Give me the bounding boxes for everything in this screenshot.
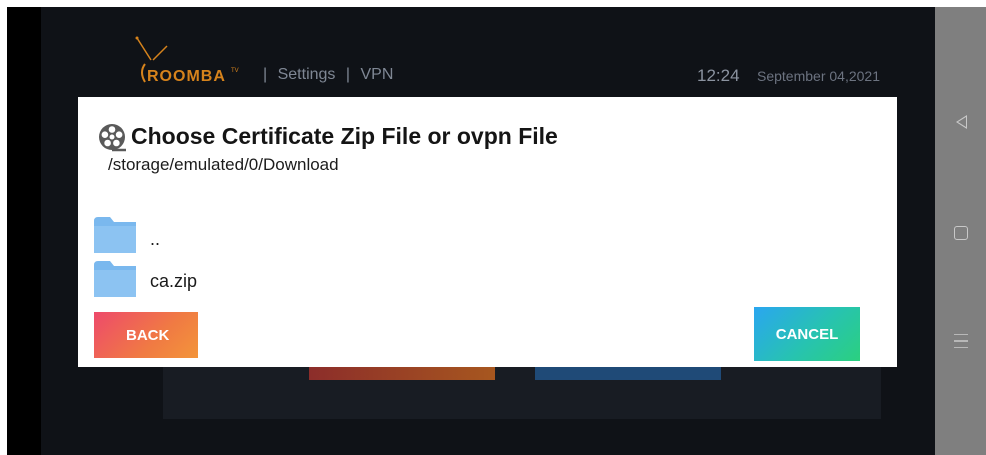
cancel-button[interactable]: CANCEL [754, 307, 860, 361]
logo-text: ROOMBA [147, 68, 226, 85]
breadcrumb-separator: | [345, 66, 351, 83]
file-chooser-dialog: Choose Certificate Zip File or ovpn File… [78, 97, 897, 367]
breadcrumb-separator: | [263, 66, 268, 83]
file-item-label: .. [150, 229, 161, 249]
recent-apps-icon[interactable] [954, 334, 968, 348]
file-item-parent[interactable]: .. [94, 217, 394, 255]
file-item-ca-zip[interactable]: ca.zip [94, 261, 394, 299]
background-blue-button [535, 367, 721, 380]
back-triangle-icon[interactable] [956, 115, 967, 129]
device-screen: ROOMBA TV | Settings | VPN 12:24 Septemb… [7, 7, 935, 455]
current-path: /storage/emulated/0/Download [108, 155, 339, 174]
file-item-label: ca.zip [150, 271, 198, 291]
film-reel-icon [99, 124, 126, 152]
system-nav-bar [935, 7, 986, 455]
breadcrumb: | Settings | VPN [263, 66, 399, 84]
clock-date: September 04,2021 [757, 68, 880, 84]
background-red-button [309, 367, 495, 380]
home-square-icon[interactable] [954, 226, 968, 240]
dialog-title: Choose Certificate Zip File or ovpn File [131, 123, 558, 149]
breadcrumb-settings: Settings [277, 66, 336, 83]
roomba-logo: ROOMBA TV [131, 32, 251, 92]
folder-icon [94, 217, 136, 253]
back-button[interactable]: BACK [94, 312, 198, 358]
app-header: ROOMBA TV | Settings | VPN 12:24 Septemb… [131, 32, 931, 102]
logo-tv-mark: TV [231, 68, 239, 74]
breadcrumb-vpn: VPN [360, 66, 394, 83]
clock-time: 12:24 [697, 66, 740, 85]
folder-icon [94, 261, 136, 297]
